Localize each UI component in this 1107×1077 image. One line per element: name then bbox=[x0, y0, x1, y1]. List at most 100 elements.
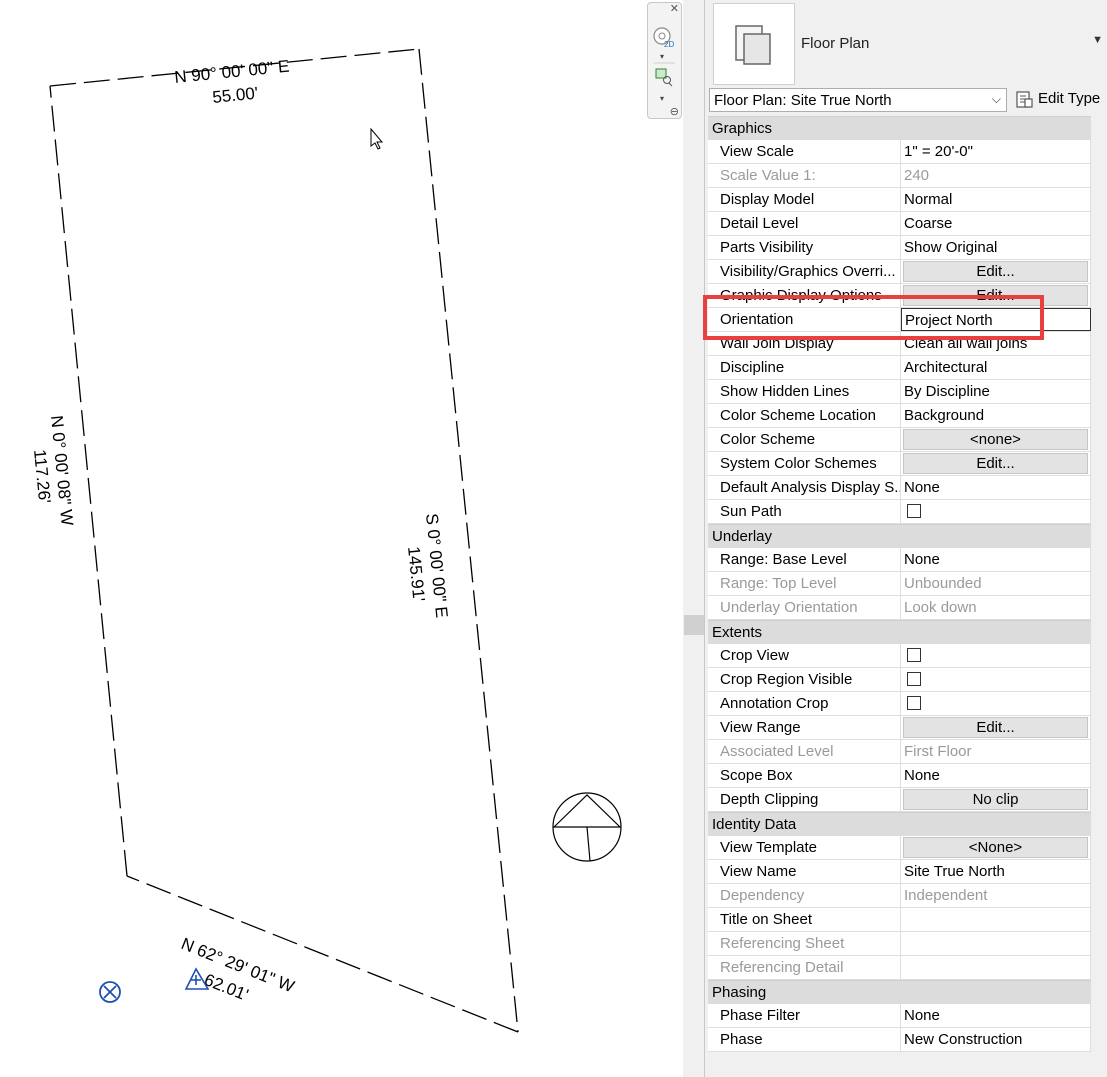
property-row-detail-level[interactable]: Detail Level Coarse bbox=[708, 212, 1107, 236]
property-value[interactable]: Normal bbox=[901, 188, 1091, 211]
north-arrow-icon[interactable] bbox=[552, 792, 622, 862]
property-row-associated-level: Associated Level First Floor bbox=[708, 740, 1107, 764]
property-row-system-color-schemes[interactable]: System Color Schemes Edit... bbox=[708, 452, 1107, 476]
property-name: Scale Value 1: bbox=[708, 164, 901, 187]
property-value[interactable]: None bbox=[901, 548, 1091, 571]
property-row-title-on-sheet[interactable]: Title on Sheet bbox=[708, 908, 1107, 932]
property-value-button[interactable]: Edit... bbox=[901, 716, 1091, 739]
property-name: View Range bbox=[708, 716, 901, 739]
property-name: Color Scheme Location bbox=[708, 404, 901, 427]
category-extents[interactable]: Extents⌃ bbox=[708, 620, 1107, 644]
orientation-highlight-box bbox=[703, 295, 1044, 340]
property-row-default-analysis-display-s[interactable]: Default Analysis Display S... None bbox=[708, 476, 1107, 500]
svg-text:2D: 2D bbox=[664, 40, 674, 49]
type-selector[interactable] bbox=[713, 3, 795, 85]
property-row-sun-path[interactable]: Sun Path bbox=[708, 500, 1107, 524]
type-dropdown-icon[interactable]: ▼ bbox=[1092, 34, 1103, 46]
property-name: Dependency bbox=[708, 884, 901, 907]
property-row-phase[interactable]: Phase New Construction bbox=[708, 1028, 1107, 1052]
property-value-button[interactable]: Edit... bbox=[901, 260, 1091, 283]
property-row-color-scheme[interactable]: Color Scheme <none> bbox=[708, 428, 1107, 452]
category-label: Extents bbox=[712, 624, 763, 641]
property-row-view-scale[interactable]: View Scale 1" = 20'-0" bbox=[708, 140, 1107, 164]
category-graphics[interactable]: Graphics⌃ bbox=[708, 116, 1107, 140]
property-value[interactable]: By Discipline bbox=[901, 380, 1091, 403]
property-name: Range: Base Level bbox=[708, 548, 901, 571]
property-name: View Template bbox=[708, 836, 901, 859]
property-value-button[interactable]: No clip bbox=[901, 788, 1091, 811]
property-row-discipline[interactable]: Discipline Architectural bbox=[708, 356, 1107, 380]
property-row-visibility-graphics-overri[interactable]: Visibility/Graphics Overri... Edit... bbox=[708, 260, 1107, 284]
category-label: Graphics bbox=[712, 120, 773, 137]
category-phasing[interactable]: Phasing⌃ bbox=[708, 980, 1107, 1004]
property-row-show-hidden-lines[interactable]: Show Hidden Lines By Discipline bbox=[708, 380, 1107, 404]
floor-plan-type-icon bbox=[735, 25, 771, 65]
checkbox[interactable] bbox=[907, 672, 921, 686]
category-underlay[interactable]: Underlay⌃ bbox=[708, 524, 1107, 548]
top-bearing-label: N 90° 00' 00" E bbox=[174, 57, 291, 87]
properties-scrollbar[interactable] bbox=[1091, 116, 1107, 1077]
property-value[interactable]: 1" = 20'-0" bbox=[901, 140, 1091, 163]
property-name: Discipline bbox=[708, 356, 901, 379]
cursor-icon bbox=[370, 127, 384, 150]
panel-splitter[interactable] bbox=[683, 0, 705, 1077]
property-value[interactable] bbox=[901, 908, 1091, 931]
property-row-range-top-level: Range: Top Level Unbounded bbox=[708, 572, 1107, 596]
property-row-depth-clipping[interactable]: Depth Clipping No clip bbox=[708, 788, 1107, 812]
property-row-range-base-level[interactable]: Range: Base Level None bbox=[708, 548, 1107, 572]
property-value-checkbox-cell bbox=[901, 692, 1091, 715]
chevron-down-icon[interactable]: ⌵ bbox=[992, 92, 1001, 107]
property-name: Depth Clipping bbox=[708, 788, 901, 811]
property-value[interactable]: Architectural bbox=[901, 356, 1091, 379]
checkbox[interactable] bbox=[907, 504, 921, 518]
navigation-bar[interactable]: ✕ 2D ▾ ▾ ⊖ bbox=[647, 2, 682, 119]
property-row-view-name[interactable]: View Name Site True North bbox=[708, 860, 1107, 884]
property-value[interactable]: Show Original bbox=[901, 236, 1091, 259]
property-row-color-scheme-location[interactable]: Color Scheme Location Background bbox=[708, 404, 1107, 428]
property-name: Detail Level bbox=[708, 212, 901, 235]
property-boundary[interactable] bbox=[49, 48, 519, 1033]
property-row-referencing-sheet: Referencing Sheet bbox=[708, 932, 1107, 956]
property-row-scale-value-1: Scale Value 1: 240 bbox=[708, 164, 1107, 188]
checkbox[interactable] bbox=[907, 648, 921, 662]
property-value[interactable]: None bbox=[901, 764, 1091, 787]
property-name: Underlay Orientation bbox=[708, 596, 901, 619]
property-row-view-template[interactable]: View Template <None> bbox=[708, 836, 1107, 860]
property-row-crop-view[interactable]: Crop View bbox=[708, 644, 1107, 668]
category-identity-data[interactable]: Identity Data⌃ bbox=[708, 812, 1107, 836]
minimize-icon[interactable]: ⊖ bbox=[670, 106, 679, 118]
property-value-checkbox-cell bbox=[901, 644, 1091, 667]
property-name: Annotation Crop bbox=[708, 692, 901, 715]
view-cube-2d-icon[interactable]: 2D ▾ bbox=[653, 27, 674, 61]
property-value-button[interactable]: Edit... bbox=[901, 452, 1091, 475]
property-value[interactable]: None bbox=[901, 476, 1091, 499]
category-label: Underlay bbox=[712, 528, 773, 545]
property-row-scope-box[interactable]: Scope Box None bbox=[708, 764, 1107, 788]
property-value-button[interactable]: <None> bbox=[901, 836, 1091, 859]
right-distance-label: 145.91' bbox=[404, 546, 428, 603]
property-value[interactable]: None bbox=[901, 1004, 1091, 1027]
property-row-display-model[interactable]: Display Model Normal bbox=[708, 188, 1107, 212]
property-row-annotation-crop[interactable]: Annotation Crop bbox=[708, 692, 1107, 716]
property-value[interactable]: Background bbox=[901, 404, 1091, 427]
top-distance-label: 55.00' bbox=[212, 84, 259, 107]
property-value[interactable]: New Construction bbox=[901, 1028, 1091, 1051]
property-row-view-range[interactable]: View Range Edit... bbox=[708, 716, 1107, 740]
property-value[interactable]: Site True North bbox=[901, 860, 1091, 883]
property-row-dependency: Dependency Independent bbox=[708, 884, 1107, 908]
property-row-phase-filter[interactable]: Phase Filter None bbox=[708, 1004, 1107, 1028]
property-value bbox=[901, 932, 1091, 955]
property-value-button[interactable]: <none> bbox=[901, 428, 1091, 451]
zoom-region-icon[interactable]: ▾ bbox=[655, 68, 673, 103]
property-name: Phase bbox=[708, 1028, 901, 1051]
right-bearing-label: S 0° 00' 00" E bbox=[422, 513, 451, 619]
property-row-crop-region-visible[interactable]: Crop Region Visible bbox=[708, 668, 1107, 692]
survey-point-icon[interactable] bbox=[99, 981, 121, 1003]
property-name: Referencing Detail bbox=[708, 956, 901, 979]
splitter-grip[interactable] bbox=[684, 615, 704, 635]
view-instance-selector[interactable]: Floor Plan: Site True North ⌵ bbox=[709, 88, 1007, 112]
checkbox[interactable] bbox=[907, 696, 921, 710]
drawing-canvas[interactable]: N 90° 00' 00" E 55.00' N 0° 00' 08" W 11… bbox=[0, 0, 683, 1077]
property-row-parts-visibility[interactable]: Parts Visibility Show Original bbox=[708, 236, 1107, 260]
property-value[interactable]: Coarse bbox=[901, 212, 1091, 235]
